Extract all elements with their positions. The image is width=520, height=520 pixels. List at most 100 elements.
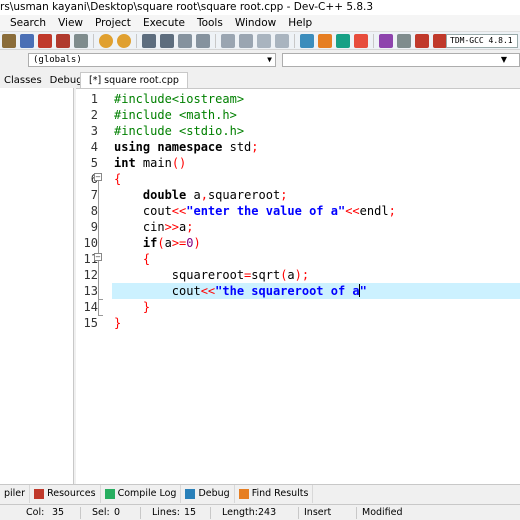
- menu-search[interactable]: Search: [10, 17, 46, 29]
- menu-view[interactable]: View: [58, 17, 83, 29]
- line-number: 4: [90, 140, 98, 154]
- check-icon: [185, 488, 196, 499]
- code-line[interactable]: 14 }: [76, 299, 520, 315]
- code-line[interactable]: 12 squareroot=sqrt(a);: [76, 267, 520, 283]
- redo-icon[interactable]: [117, 33, 131, 48]
- menu-help[interactable]: Help: [288, 17, 312, 29]
- symbol-select[interactable]: ▼: [282, 53, 520, 67]
- code-token: int: [114, 156, 136, 170]
- toolbar-divider: [215, 33, 216, 48]
- code-text: #include <math.h>: [114, 107, 237, 123]
- code-line[interactable]: 10 if(a>=0): [76, 235, 520, 251]
- scope-select-value: (globals): [33, 55, 82, 65]
- code-line[interactable]: 5 int main(): [76, 155, 520, 171]
- code-token: {: [114, 172, 122, 186]
- code-line[interactable]: 11 {: [76, 251, 520, 267]
- scope-select[interactable]: (globals) ▼: [28, 53, 276, 67]
- tab-resources[interactable]: Resources: [30, 484, 101, 503]
- run-icon[interactable]: [318, 33, 332, 48]
- toggle-bookmark-icon[interactable]: [257, 33, 271, 48]
- tab-square-root-cpp[interactable]: [*] square root.cpp: [80, 72, 188, 88]
- menu-tools[interactable]: Tools: [197, 17, 223, 29]
- fold-toggle-icon[interactable]: −: [94, 253, 102, 261]
- stop-icon[interactable]: [397, 33, 411, 48]
- find-next-icon[interactable]: [178, 33, 192, 48]
- save-all-icon[interactable]: [20, 33, 34, 48]
- line-number: 12: [83, 268, 98, 282]
- close-file-icon[interactable]: [38, 33, 52, 48]
- code-line[interactable]: 4 using namespace std;: [76, 139, 520, 155]
- code-line[interactable]: 13 cout<<"the squareroot of a": [76, 283, 520, 299]
- status-length-label: Length:: [222, 507, 258, 518]
- tab-classes[interactable]: Classes: [0, 73, 46, 88]
- code-text: {: [114, 171, 121, 187]
- menu-execute[interactable]: Execute: [143, 17, 185, 29]
- code-line[interactable]: 15}: [76, 315, 520, 331]
- code-line[interactable]: 7 double a,squareroot;: [76, 187, 520, 203]
- code-token: endl: [359, 204, 389, 218]
- resources-icon: [34, 488, 45, 499]
- tab-compiler[interactable]: piler: [0, 484, 31, 503]
- status-mode: Insert: [304, 507, 332, 518]
- compile-icon[interactable]: [300, 33, 314, 48]
- line-number: 13: [83, 284, 98, 298]
- code-token: "the squareroot of a": [215, 284, 367, 298]
- code-token: <<: [200, 284, 216, 298]
- code-text: }: [114, 299, 150, 315]
- left-panel-tabs: Classes Debug: [0, 70, 83, 88]
- code-line[interactable]: 2 #include <math.h>: [76, 107, 520, 123]
- status-divider: [80, 507, 81, 519]
- tab-compile-log[interactable]: Compile Log: [101, 484, 182, 503]
- code-line[interactable]: 6{: [76, 171, 520, 187]
- fold-toggle-icon[interactable]: −: [94, 173, 102, 181]
- compiler-select[interactable]: TDM-GCC 4.8.1: [446, 34, 518, 48]
- code-token: a: [186, 188, 201, 202]
- code-token: <<: [345, 204, 360, 218]
- tab-debug-output[interactable]: Debug: [181, 484, 235, 503]
- code-token: cin: [114, 220, 165, 234]
- code-editor[interactable]: 1 #include<iostream> 2 #include <math.h> 3 #i…: [76, 88, 520, 485]
- code-line[interactable]: 3 #include <stdio.h>: [76, 123, 520, 139]
- print-icon[interactable]: [74, 33, 88, 48]
- code-token: squareroot: [207, 188, 281, 202]
- status-length: 243: [258, 507, 277, 518]
- code-token: sqrt: [251, 268, 281, 282]
- check-syntax-icon[interactable]: [379, 33, 393, 48]
- code-token: ): [193, 236, 201, 250]
- code-text: if(a>=0): [114, 235, 201, 251]
- menu-project[interactable]: Project: [95, 17, 131, 29]
- save-icon[interactable]: [2, 33, 16, 48]
- compile-run-icon[interactable]: [336, 33, 350, 48]
- find-icon[interactable]: [142, 33, 156, 48]
- goto-line-icon[interactable]: [196, 33, 210, 48]
- text-cursor: [358, 284, 360, 297]
- toolbar-divider: [93, 33, 94, 48]
- code-token: (): [171, 156, 187, 170]
- line-number: 10: [83, 236, 98, 250]
- status-sel-label: Sel:: [92, 507, 110, 518]
- menu-window[interactable]: Window: [235, 17, 276, 29]
- profile-icon[interactable]: [433, 33, 447, 48]
- toolbar-divider: [373, 33, 374, 48]
- window-title: rs\usman kayani\Desktop\square root\squa…: [0, 0, 520, 15]
- code-line[interactable]: 9 cin>>a;: [76, 219, 520, 235]
- unindent-icon[interactable]: [239, 33, 253, 48]
- replace-icon[interactable]: [160, 33, 174, 48]
- toolbar-divider: [136, 33, 137, 48]
- rebuild-icon[interactable]: [354, 33, 368, 48]
- code-line[interactable]: 8 cout<<"enter the value of a"<<endl;: [76, 203, 520, 219]
- status-lines-label: Lines:: [152, 507, 180, 518]
- code-token: }: [142, 300, 151, 314]
- close-all-icon[interactable]: [56, 33, 70, 48]
- debug-icon[interactable]: [415, 33, 429, 48]
- code-text: {: [114, 251, 150, 267]
- goto-bookmark-icon[interactable]: [275, 33, 289, 48]
- code-text: #include <stdio.h>: [114, 123, 244, 139]
- tab-find-results[interactable]: Find Results: [235, 484, 314, 503]
- undo-icon[interactable]: [99, 33, 113, 48]
- indent-icon[interactable]: [221, 33, 235, 48]
- tab-compiler-label: piler: [4, 488, 26, 499]
- code-line[interactable]: 1 #include<iostream>: [76, 91, 520, 107]
- code-token: #include <math.h>: [114, 108, 237, 122]
